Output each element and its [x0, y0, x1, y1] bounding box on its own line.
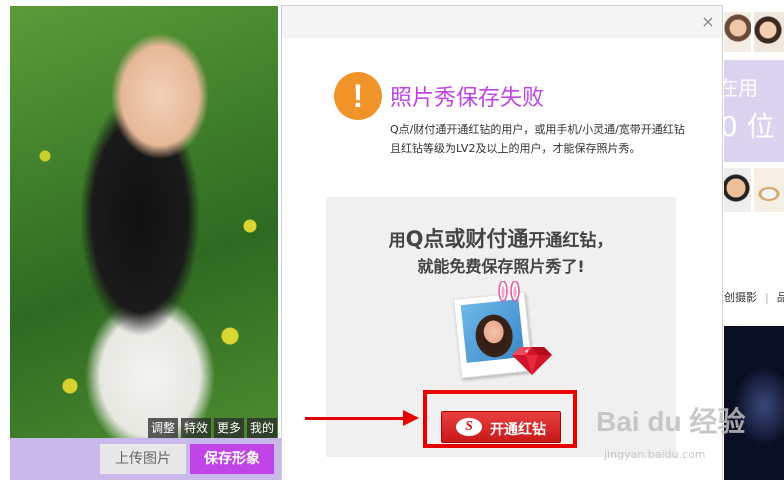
red-diamond-icon: [512, 347, 552, 375]
watermark-url: jingyan.baidu.com: [604, 448, 706, 461]
thumbnail-image[interactable]: [754, 12, 784, 52]
tab-divider: |: [765, 291, 769, 304]
save-avatar-button[interactable]: 保存形象: [190, 444, 274, 474]
tab-next[interactable]: 品: [777, 291, 784, 304]
tool-mine[interactable]: 我的: [247, 418, 278, 438]
tab-photography[interactable]: 创摄影: [724, 291, 757, 304]
warning-icon: !: [334, 72, 382, 120]
thumbnail-image[interactable]: [754, 168, 784, 212]
photo-editor-panel: 调整 特效 更多 我的 上传图片 保存形象: [0, 0, 282, 480]
tool-adjust[interactable]: 调整: [148, 418, 179, 438]
promo-prefix: 用: [388, 231, 406, 251]
arrow-shaft: [305, 417, 405, 420]
arrow-right-icon: [403, 410, 419, 426]
profile-photo: 调整 特效 更多 我的: [10, 6, 278, 438]
promo-headline: 用Q点或财付通开通红钻，: [326, 223, 676, 253]
photo-toolbar: 调整 特效 更多 我的: [148, 418, 278, 438]
thumbnail-image[interactable]: [724, 12, 751, 52]
dialog-description: Q点/财付通开通红钻的用户，或用手机/小灵通/宽带开通红钻且红钻等级为LV2及以…: [390, 123, 685, 155]
editor-bottom-bar: 上传图片 保存形象: [10, 438, 282, 480]
highlight-box: [423, 390, 577, 448]
tool-effects[interactable]: 特效: [181, 418, 212, 438]
baidu-jingyan-watermark: Bai du 经验 jingyan.baidu.com: [596, 400, 746, 470]
promo-payment-methods: Q点或财付通: [405, 227, 529, 251]
promo-subline: 就能免费保存照片秀了!: [417, 257, 585, 276]
banner-count: 0 位: [724, 110, 775, 143]
tool-more[interactable]: 更多: [214, 418, 245, 438]
dialog-title: 照片秀保存失败: [390, 86, 545, 111]
dialog-header: ×: [282, 6, 722, 38]
upload-image-button[interactable]: 上传图片: [100, 444, 186, 474]
category-tabs: 创摄影 | 品: [724, 289, 784, 305]
watermark-logo: Bai du 经验: [596, 406, 746, 437]
banner-text: 在用: [724, 76, 758, 100]
promo-suffix: 开通红钻，: [528, 231, 614, 251]
thumbnail-image[interactable]: [724, 168, 751, 212]
close-icon[interactable]: ×: [700, 14, 716, 30]
bunny-ears-icon: [498, 281, 520, 302]
